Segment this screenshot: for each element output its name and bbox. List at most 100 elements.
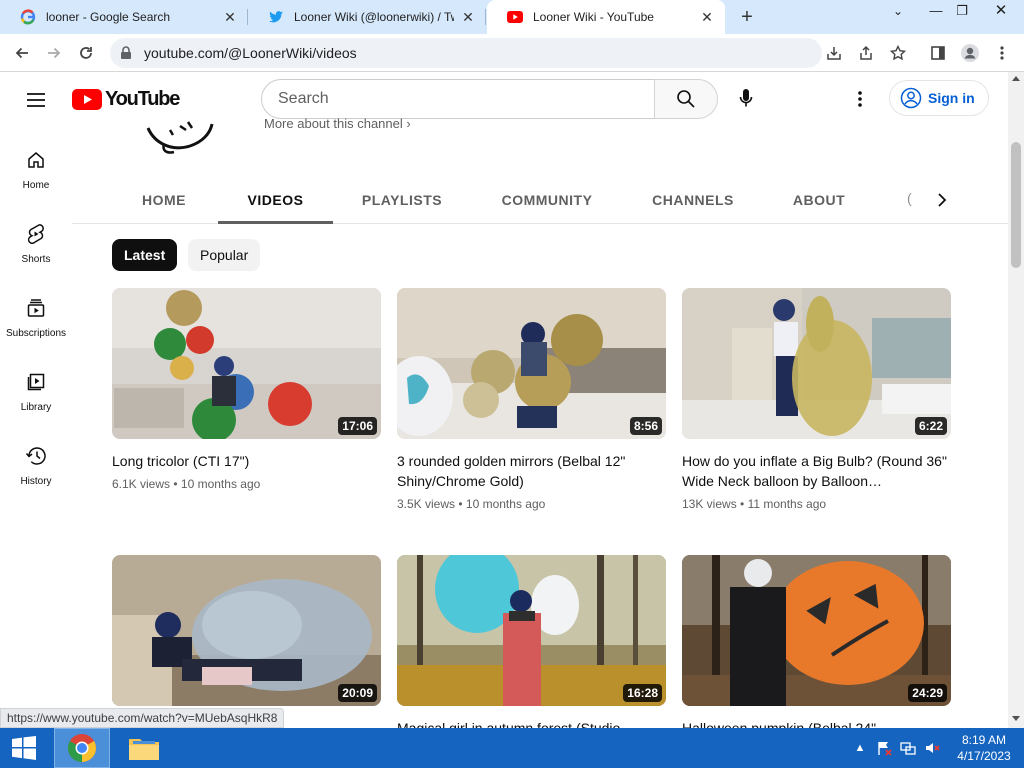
shorts-icon <box>24 222 48 246</box>
channel-avatar[interactable] <box>140 116 220 158</box>
youtube-play-logo-icon <box>72 89 102 110</box>
new-tab-button[interactable]: + <box>736 7 758 27</box>
browser-tab-twitter[interactable]: Looner Wiki (@loonerwiki) / Twitt ✕ <box>248 0 486 34</box>
restore-window-icon[interactable]: ❐ <box>946 0 978 22</box>
video-thumbnail[interactable]: 8:56 <box>397 288 666 439</box>
reload-icon[interactable] <box>74 41 98 65</box>
show-hidden-icons-chevron-icon[interactable]: ▲ <box>848 728 872 768</box>
page-scrollbar[interactable] <box>1008 72 1024 728</box>
video-thumbnail[interactable]: 17:06 <box>112 288 381 439</box>
account-circle-icon <box>900 87 922 109</box>
video-card[interactable]: 6:22 How do you inflate a Big Bulb? (Rou… <box>682 288 951 511</box>
more-about-channel-link[interactable]: More about this channel › <box>264 116 411 131</box>
tab-about[interactable]: ABOUT <box>784 176 854 224</box>
volume-muted-icon[interactable] <box>920 728 944 768</box>
video-duration: 20:09 <box>338 684 377 702</box>
video-title[interactable]: 3 rounded golden mirrors (Belbal 12" Shi… <box>397 451 666 491</box>
microphone-icon <box>739 89 753 107</box>
guide-label: Subscriptions <box>5 328 67 339</box>
taskbar-clock[interactable]: 8:19 AM 4/17/2023 <box>944 732 1024 764</box>
network-icon[interactable] <box>896 728 920 768</box>
taskbar-file-explorer-button[interactable] <box>116 728 172 768</box>
forward-arrow-icon[interactable] <box>42 41 66 65</box>
lock-icon[interactable] <box>120 46 136 60</box>
history-icon <box>24 444 48 468</box>
tab-playlists[interactable]: PLAYLISTS <box>354 176 450 224</box>
voice-search-button[interactable] <box>728 81 764 117</box>
chevron-right-icon: › <box>406 116 411 131</box>
chip-popular[interactable]: Popular <box>188 239 261 271</box>
browser-toolbar: youtube.com/@LoonerWiki/videos <box>0 34 1024 72</box>
video-duration: 8:56 <box>629 417 662 435</box>
browser-menu-icon[interactable] <box>990 41 1014 65</box>
video-thumbnail[interactable]: 24:29 <box>682 555 951 706</box>
guide-item-subscriptions[interactable]: Subscriptions <box>0 278 72 348</box>
guide-label: History <box>20 476 52 487</box>
chrome-icon <box>68 734 96 762</box>
video-views: 13K views <box>682 497 737 511</box>
video-card[interactable]: 8:56 3 rounded golden mirrors (Belbal 12… <box>397 288 666 511</box>
browser-tab-youtube[interactable]: Looner Wiki - YouTube ✕ <box>487 0 725 34</box>
scroll-down-arrow-icon[interactable] <box>1012 716 1020 721</box>
guide-item-shorts[interactable]: Shorts <box>0 204 72 274</box>
windows-logo-icon <box>12 736 36 760</box>
address-bar[interactable]: youtube.com/@LoonerWiki/videos <box>110 38 822 68</box>
chip-latest[interactable]: Latest <box>112 239 178 271</box>
scroll-up-arrow-icon[interactable] <box>1012 76 1020 81</box>
clock-time: 8:19 AM <box>961 733 1007 747</box>
tabs-scroll-right-button[interactable] <box>930 188 954 212</box>
library-icon <box>24 370 48 394</box>
side-panel-icon[interactable] <box>926 41 950 65</box>
video-duration: 17:06 <box>338 417 377 435</box>
video-card[interactable]: 20:09 <box>112 555 381 718</box>
clock-date: 4/17/2023 <box>957 749 1011 763</box>
guide-item-library[interactable]: Library <box>0 352 72 422</box>
google-icon <box>20 9 36 25</box>
video-card[interactable]: 24:29 Halloween pumpkin (Belbal 24"… <box>682 555 951 738</box>
install-app-icon[interactable] <box>822 41 846 65</box>
tab-videos[interactable]: VIDEOS <box>218 176 333 224</box>
video-thumbnail[interactable]: 6:22 <box>682 288 951 439</box>
close-tab-icon[interactable]: ✕ <box>222 9 238 25</box>
browser-tab-google[interactable]: looner - Google Search ✕ <box>0 0 248 34</box>
video-card[interactable]: 17:06 Long tricolor (CTI 17") 6.1K views… <box>112 288 381 491</box>
close-tab-icon[interactable]: ✕ <box>699 9 715 25</box>
tab-search-chevron-icon[interactable]: ⌄ <box>882 0 914 22</box>
profile-avatar-icon[interactable] <box>958 41 982 65</box>
tab-channels[interactable]: CHANNELS <box>644 176 742 224</box>
tab-title: Looner Wiki (@loonerwiki) / Twitt <box>294 10 454 24</box>
close-window-icon[interactable]: ✕ <box>978 0 1024 22</box>
more-about-text: More about this channel <box>264 116 403 131</box>
tab-home[interactable]: HOME <box>126 176 202 224</box>
video-metadata: 3.5K views • 10 months ago <box>397 497 546 511</box>
share-icon[interactable] <box>854 41 878 65</box>
youtube-logo[interactable]: YouTube <box>72 88 180 111</box>
tab-overflow-partial[interactable]: ( <box>907 190 912 206</box>
folder-icon <box>129 739 159 760</box>
taskbar-chrome-button[interactable] <box>54 728 110 768</box>
sign-in-button[interactable]: Sign in <box>889 80 989 116</box>
guide-item-history[interactable]: History <box>0 426 72 496</box>
hamburger-menu-icon[interactable] <box>24 88 48 112</box>
video-title[interactable]: Long tricolor (CTI 17") <box>112 451 381 471</box>
action-center-flag-icon[interactable] <box>872 728 896 768</box>
guide-label: Home <box>22 180 50 191</box>
back-arrow-icon[interactable] <box>10 41 34 65</box>
bookmark-star-icon[interactable] <box>886 41 910 65</box>
browser-tab-strip: looner - Google Search ✕ Looner Wiki (@l… <box>0 0 1024 34</box>
video-thumbnail[interactable]: 16:28 <box>397 555 666 706</box>
start-button[interactable] <box>0 728 48 768</box>
channel-tab-bar: HOME VIDEOS PLAYLISTS COMMUNITY CHANNELS… <box>72 176 1008 224</box>
scrollbar-thumb[interactable] <box>1011 142 1021 268</box>
tab-community[interactable]: COMMUNITY <box>492 176 602 224</box>
video-title[interactable]: How do you inflate a Big Bulb? (Round 36… <box>682 451 951 491</box>
video-card[interactable]: 16:28 Magical girl in autumn forest (Stu… <box>397 555 666 738</box>
video-thumbnail[interactable]: 20:09 <box>112 555 381 706</box>
guide-item-home[interactable]: Home <box>0 130 72 200</box>
video-views: 3.5K views <box>397 497 456 511</box>
home-icon <box>24 148 48 172</box>
settings-more-button[interactable] <box>846 85 874 113</box>
search-button[interactable] <box>654 79 718 119</box>
close-tab-icon[interactable]: ✕ <box>460 9 476 25</box>
search-input[interactable]: Search <box>261 79 655 119</box>
